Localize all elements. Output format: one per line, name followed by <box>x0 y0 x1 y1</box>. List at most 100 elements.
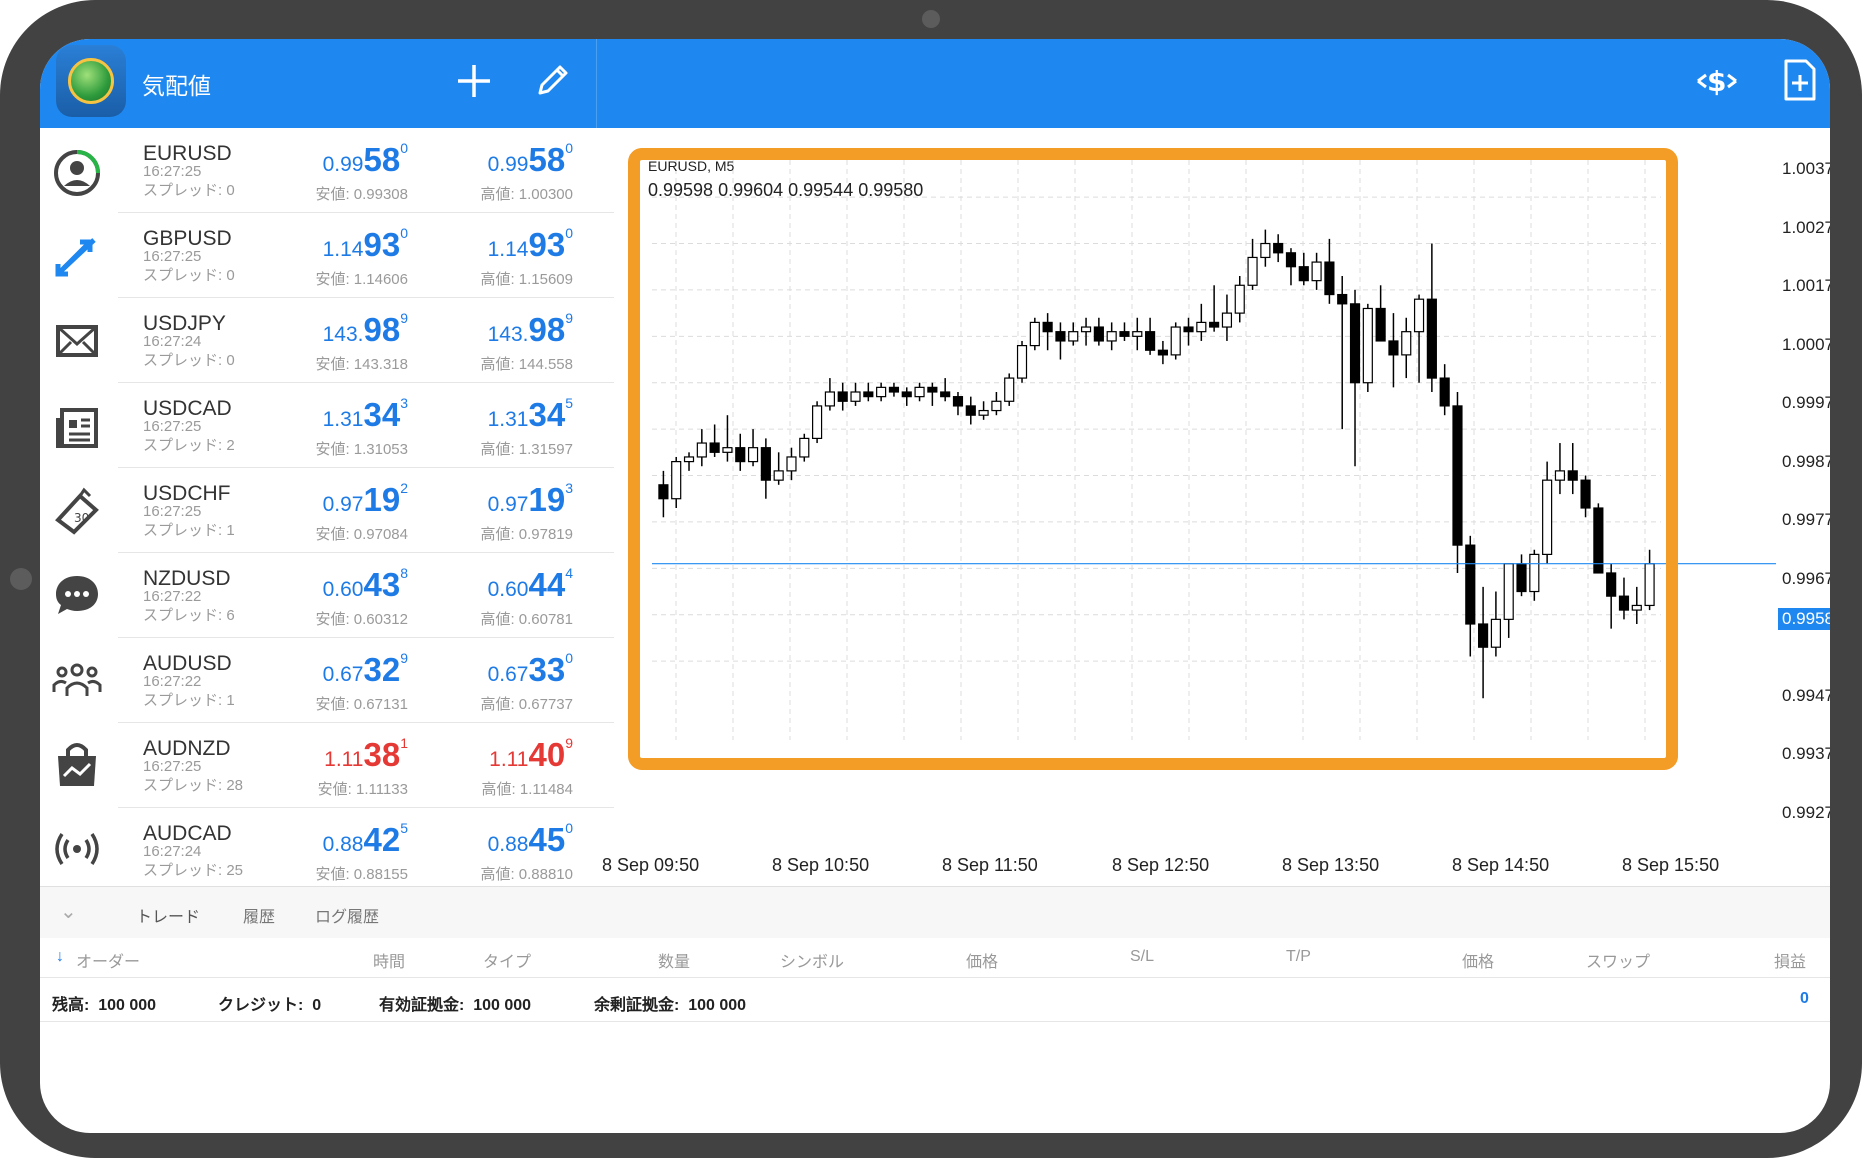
ask-prefix: 0.88 <box>487 833 529 856</box>
ask-prefix: 1.31 <box>487 408 529 431</box>
trade-dollar-icon[interactable]: $ <box>1694 61 1740 108</box>
ask-prefix: 0.67 <box>487 663 529 686</box>
ask-price: 0.60444 <box>423 565 573 604</box>
quote-row-gbpusd[interactable]: GBPUSD 16:27:25 スプレッド: 0 1.14930 1.14930… <box>118 213 614 298</box>
quote-row-audusd[interactable]: AUDUSD 16:27:22 スプレッド: 1 0.67329 0.67330… <box>118 638 614 723</box>
time-label: 8 Sep 12:50 <box>1112 855 1210 875</box>
col-volume[interactable]: 数量 <box>658 948 690 972</box>
col-tp[interactable]: T/P <box>1286 948 1311 966</box>
balance-value: 100 000 <box>98 997 157 1014</box>
quote-row-usdcad[interactable]: USDCAD 16:27:25 スプレッド: 2 1.31343 1.31345… <box>118 383 614 468</box>
bid-point: 2 <box>400 480 408 496</box>
quote-time: 16:27:25 <box>143 163 202 180</box>
bid-big-digits: 98 <box>363 311 401 348</box>
sort-arrow-icon[interactable]: ↓ <box>56 948 64 966</box>
quote-row-usdjpy[interactable]: USDJPY 16:27:24 スプレッド: 0 143.989 143.989… <box>118 298 614 383</box>
svg-text:$: $ <box>1707 65 1726 98</box>
col-swap[interactable]: スワップ <box>1586 948 1650 972</box>
quote-high: 高値: 0.67737 <box>480 696 573 713</box>
ask-point: 4 <box>565 565 573 581</box>
bid-point: 8 <box>400 565 408 581</box>
bid-prefix: 0.67 <box>322 663 364 686</box>
price-label: 0.99870 <box>1782 452 1830 471</box>
chat-icon[interactable] <box>50 568 104 622</box>
price-label: 1.00270 <box>1782 218 1830 237</box>
collapse-chevron-icon[interactable]: ⌄ <box>60 899 77 924</box>
bid-prefix: 1.11 <box>324 748 364 771</box>
quote-high: 高値: 0.88810 <box>480 866 573 883</box>
quotes-arrows-icon[interactable] <box>50 230 104 284</box>
bid-prefix: 1.31 <box>322 408 364 431</box>
bid-price: 1.11381 <box>258 735 408 774</box>
ask-point: 5 <box>565 395 573 411</box>
ask-prefix: 1.14 <box>487 238 529 261</box>
bid-big-digits: 43 <box>363 566 401 603</box>
equity-label: 有効証拠金: <box>379 997 465 1014</box>
app-logo-icon[interactable] <box>56 45 126 117</box>
col-profit[interactable]: 損益 <box>1774 948 1806 972</box>
tab-history[interactable]: 履歴 <box>243 903 275 927</box>
quotes-list: EURUSD 16:27:25 スプレッド: 0 0.99580 0.99580… <box>118 128 614 893</box>
time-label: 8 Sep 10:50 <box>772 855 870 875</box>
mail-icon[interactable] <box>50 314 104 368</box>
chart-area[interactable]: EURUSD, M5 0.99598 0.99604 0.99544 0.995… <box>616 128 1830 822</box>
bid-price: 0.67329 <box>258 650 408 689</box>
col-symbol[interactable]: シンボル <box>780 948 844 972</box>
market-bag-icon[interactable] <box>50 738 104 792</box>
quote-time: 16:27:25 <box>143 248 202 265</box>
ask-big-digits: 58 <box>528 141 566 178</box>
bid-prefix: 0.88 <box>322 833 364 856</box>
credit: クレジット: 0 <box>218 991 321 1015</box>
community-icon[interactable] <box>50 652 104 706</box>
tab-trade[interactable]: トレード <box>136 903 200 927</box>
calendar-icon[interactable]: 30 <box>50 484 104 538</box>
bid-price: 0.88425 <box>258 820 408 859</box>
account-profile-icon[interactable] <box>50 146 104 200</box>
quote-high: 高値: 144.558 <box>480 356 573 373</box>
add-symbol-icon[interactable] <box>452 59 496 110</box>
price-label: 0.99770 <box>1782 510 1830 529</box>
col-sl[interactable]: S/L <box>1130 948 1154 966</box>
price-label: 0.99370 <box>1782 744 1830 763</box>
bid-price: 1.14930 <box>258 225 408 264</box>
bid-point: 0 <box>400 225 408 241</box>
edit-pencil-icon[interactable] <box>532 61 572 108</box>
ask-point: 0 <box>565 820 573 836</box>
time-label: 8 Sep 13:50 <box>1282 855 1380 875</box>
col-current-price[interactable]: 価格 <box>1462 948 1494 972</box>
balance-label: 残高: <box>52 997 90 1014</box>
bid-price: 0.99580 <box>258 140 408 179</box>
col-time[interactable]: 時間 <box>373 948 405 972</box>
ask-big-digits: 45 <box>528 821 566 858</box>
bid-big-digits: 93 <box>363 226 401 263</box>
new-order-document-icon[interactable] <box>1782 57 1818 110</box>
ask-price: 1.31345 <box>423 395 573 434</box>
ask-price: 1.14930 <box>423 225 573 264</box>
tab-log-history[interactable]: ログ履歴 <box>315 903 379 927</box>
toolbox-tabs: ⌄ トレード 履歴 ログ履歴 <box>40 886 1830 938</box>
quote-row-audcad[interactable]: AUDCAD 16:27:24 スプレッド: 25 0.88425 0.8845… <box>118 808 614 893</box>
quote-row-nzdusd[interactable]: NZDUSD 16:27:22 スプレッド: 6 0.60438 0.60444… <box>118 553 614 638</box>
ask-big-digits: 34 <box>528 396 566 433</box>
bid-prefix: 1.14 <box>322 238 364 261</box>
quote-row-eurusd[interactable]: EURUSD 16:27:25 スプレッド: 0 0.99580 0.99580… <box>118 128 614 213</box>
chart-highlight-frame <box>628 148 1678 770</box>
bid-price: 1.31343 <box>258 395 408 434</box>
quote-row-audnzd[interactable]: AUDNZD 16:27:25 スプレッド: 28 1.11381 1.1140… <box>118 723 614 808</box>
time-label: 8 Sep 14:50 <box>1452 855 1550 875</box>
price-label: 0.99470 <box>1782 686 1830 705</box>
signals-broadcast-icon[interactable] <box>50 822 104 876</box>
nav-rail: 30 <box>40 128 116 884</box>
bid-big-digits: 42 <box>363 821 401 858</box>
ask-price: 1.11409 <box>423 735 573 774</box>
bid-big-digits: 32 <box>363 651 401 688</box>
col-order[interactable]: オーダー <box>76 948 140 972</box>
news-icon[interactable] <box>50 400 104 454</box>
col-type[interactable]: タイプ <box>483 948 531 972</box>
ask-big-digits: 44 <box>528 566 566 603</box>
page-title: 気配値 <box>142 73 211 99</box>
col-price[interactable]: 価格 <box>966 948 998 972</box>
quote-row-usdchf[interactable]: USDCHF 16:27:25 スプレッド: 1 0.97192 0.97193… <box>118 468 614 553</box>
screen: 気配値 $ 30 EURUSD 16:27:25 スプレッド: 0 0.9958… <box>40 39 1830 1133</box>
price-label: 0.99270 <box>1782 803 1830 822</box>
